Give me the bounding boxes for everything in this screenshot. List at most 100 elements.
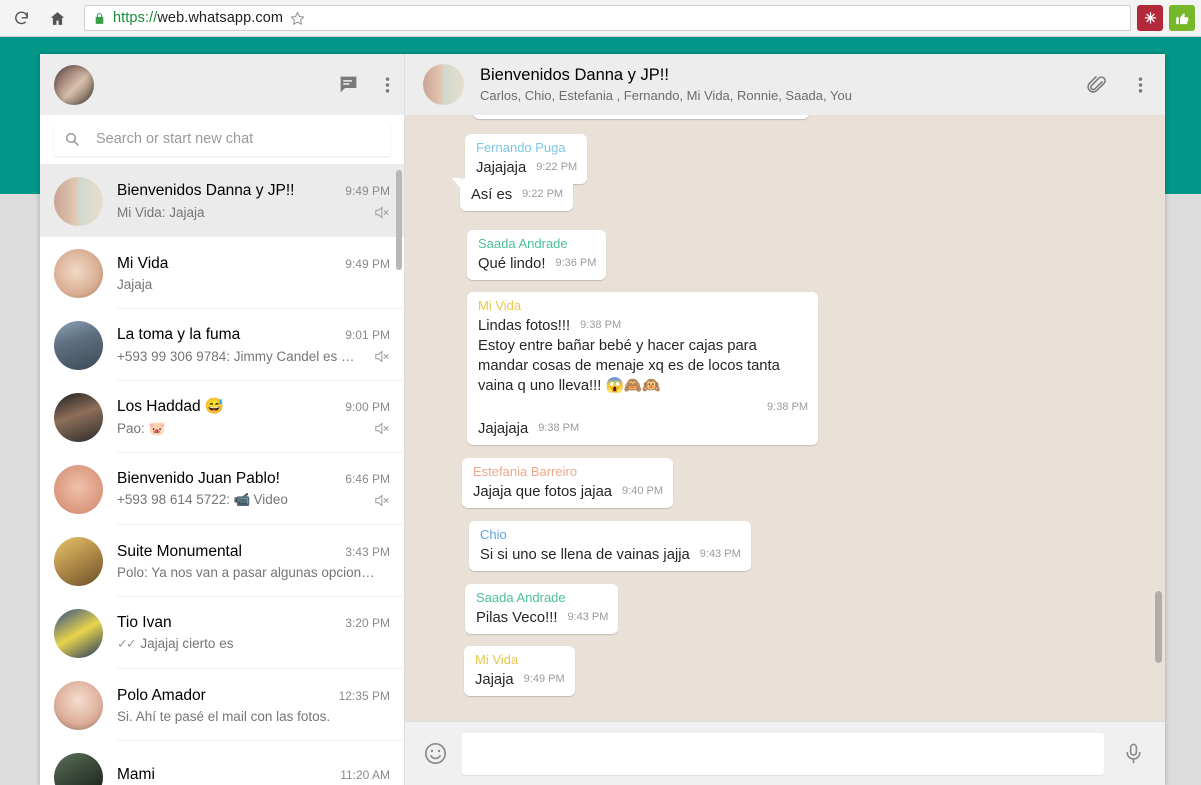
message-text: Lindas fotos!!! bbox=[478, 316, 570, 336]
message-bubble[interactable]: Fernando PugaJajajaja9:22 PM bbox=[465, 134, 587, 184]
star-icon[interactable] bbox=[283, 10, 311, 27]
chat-list-panel: Bienvenidos Danna y JP!!9:49 PMMi Vida: … bbox=[40, 54, 405, 785]
chat-list-scrollbar[interactable] bbox=[396, 170, 402, 270]
chat-list-item[interactable]: Bienvenidos Danna y JP!!9:49 PMMi Vida: … bbox=[40, 165, 404, 237]
adblock-extension-icon[interactable] bbox=[1137, 5, 1163, 31]
chat-item-timestamp: 9:49 PM bbox=[345, 184, 390, 198]
search-input[interactable] bbox=[96, 131, 380, 147]
conversation-title: Bienvenidos Danna y JP!! bbox=[480, 66, 1072, 85]
double-check-icon: ✓✓ bbox=[117, 636, 136, 651]
emoji-smiley-icon[interactable] bbox=[423, 741, 448, 766]
paperclip-icon[interactable] bbox=[1086, 74, 1108, 96]
chat-item-preview: Pao: 🐷 bbox=[117, 421, 365, 437]
chat-list-item[interactable]: Mami 11:20 AM bbox=[40, 741, 404, 785]
message-composer bbox=[405, 721, 1165, 785]
message-group: Así es 9:22 PM bbox=[460, 178, 573, 211]
message-text: Así es bbox=[471, 185, 512, 205]
message-timestamp: 9:43 PM bbox=[700, 544, 741, 565]
message-scrollbar[interactable] bbox=[1155, 591, 1162, 663]
overflow-menu-icon[interactable] bbox=[1138, 75, 1143, 95]
message-sender-name: Chio bbox=[480, 527, 741, 542]
avatar bbox=[54, 393, 103, 442]
green-thumb-extension-icon[interactable] bbox=[1169, 5, 1195, 31]
message-bubble[interactable]: Estefania Barreiro Jajaja que fotos jajaa… bbox=[462, 458, 673, 508]
message-text: Jajaja que fotos jajaa bbox=[473, 482, 612, 502]
avatar[interactable] bbox=[54, 65, 94, 105]
message-bubble[interactable]: Mi VidaJajaja9:49 PM bbox=[464, 646, 575, 696]
chat-item-timestamp: 11:20 AM bbox=[340, 768, 390, 782]
mute-icon bbox=[373, 348, 390, 365]
chat-list-item[interactable]: Polo Amador12:35 PMSi. Ahí te pasé el ma… bbox=[40, 669, 404, 741]
address-bar[interactable]: https://web.whatsapp.com bbox=[84, 5, 1131, 31]
message-text: Jajajaja bbox=[476, 158, 526, 178]
message-scroll-area: Fernando PugaJajajaja9:22 PMAsí es9:22 P… bbox=[405, 115, 1165, 721]
conversation-participants: Carlos, Chio, Estefania , Fernando, Mi V… bbox=[480, 88, 1072, 103]
message-timestamp: 9:43 PM bbox=[567, 607, 608, 628]
message-timestamp: 9:36 PM bbox=[555, 253, 596, 274]
message-line: Qué lindo!9:36 PM bbox=[478, 253, 596, 274]
avatar bbox=[54, 609, 103, 658]
message-text: Pilas Veco!!! bbox=[476, 608, 557, 628]
video-camera-icon: 📹 bbox=[234, 492, 251, 507]
lock-icon bbox=[93, 11, 106, 26]
message-timestamp: 9:22 PM bbox=[536, 157, 577, 178]
chat-item-preview: Si. Ahí te pasé el mail con las fotos. bbox=[117, 709, 382, 724]
search-bar-container bbox=[40, 115, 404, 165]
whatsapp-web-window: Bienvenidos Danna y JP!!9:49 PMMi Vida: … bbox=[40, 54, 1165, 785]
microphone-icon[interactable] bbox=[1122, 742, 1145, 765]
home-button[interactable] bbox=[42, 3, 72, 33]
message-timestamp: 9:49 PM bbox=[524, 669, 565, 690]
message-list[interactable]: Fernando PugaJajajaja9:22 PMAsí es9:22 P… bbox=[405, 115, 1165, 721]
message-line: Jajaja9:49 PM bbox=[475, 669, 565, 690]
chat-list-item[interactable]: Bienvenido Juan Pablo! 6:46 PM +593 98 614… bbox=[40, 453, 404, 525]
message-timestamp: 9:38 PM bbox=[478, 397, 808, 418]
chat-item-title: Bienvenido Juan Pablo! bbox=[117, 470, 337, 488]
url-scheme: https:// bbox=[113, 10, 157, 26]
new-chat-icon[interactable] bbox=[338, 74, 359, 95]
message-timestamp: 9:38 PM bbox=[538, 418, 579, 439]
message-timestamp: 9:38 PM bbox=[580, 315, 621, 336]
message-group: Saada Andrade Pilas Veco!!! 9:43 PM bbox=[465, 584, 618, 634]
avatar bbox=[54, 321, 103, 370]
chat-list-item[interactable]: La toma y la fuma9:01 PM+593 99 306 9784… bbox=[40, 309, 404, 381]
reload-button[interactable] bbox=[6, 3, 36, 33]
search-box[interactable] bbox=[54, 122, 390, 156]
message-bubble[interactable]: Mi VidaLindas fotos!!!9:38 PMEstoy entre… bbox=[467, 292, 818, 445]
chat-item-preview: ✓✓ Jajajaj cierto es bbox=[117, 636, 382, 652]
mute-icon bbox=[373, 204, 390, 221]
avatar[interactable] bbox=[423, 64, 464, 105]
message-sender-name: Mi Vida bbox=[478, 298, 808, 313]
chat-item-preview: +593 98 614 5722: 📹Video bbox=[117, 492, 365, 508]
avatar bbox=[54, 681, 103, 730]
message-group: ChioSi si uno se llena de vainas jajja9:… bbox=[469, 521, 751, 571]
chat-item-status bbox=[373, 348, 390, 365]
chat-list-item[interactable]: Suite Monumental3:43 PMPolo: Ya nos van … bbox=[40, 525, 404, 597]
message-group: Saada AndradeQué lindo!9:36 PM bbox=[467, 230, 606, 280]
message-bubble[interactable]: ChioSi si uno se llena de vainas jajja9:… bbox=[469, 521, 751, 571]
message-input[interactable] bbox=[462, 733, 1104, 775]
message-bubble[interactable]: Saada AndradeQué lindo!9:36 PM bbox=[467, 230, 606, 280]
chat-list-item[interactable]: Mi Vida9:49 PMJajaja bbox=[40, 237, 404, 309]
chat-list-item[interactable]: Tio Ivan3:20 PM✓✓ Jajajaj cierto es bbox=[40, 597, 404, 669]
avatar bbox=[54, 177, 103, 226]
chat-item-title: Mami bbox=[117, 766, 332, 784]
conversation-panel: Bienvenidos Danna y JP!! Carlos, Chio, E… bbox=[405, 54, 1165, 785]
message-sender-name: Saada Andrade bbox=[476, 590, 608, 605]
message-text: Estoy entre bañar bebé y hacer cajas par… bbox=[478, 336, 808, 396]
message-timestamp: 9:40 PM bbox=[622, 481, 663, 502]
chat-item-title: Tio Ivan bbox=[117, 614, 337, 632]
chat-list[interactable]: Bienvenidos Danna y JP!!9:49 PMMi Vida: … bbox=[40, 165, 404, 785]
chat-item-title: Polo Amador bbox=[117, 687, 331, 705]
message-bubble[interactable]: Así es 9:22 PM bbox=[460, 178, 573, 211]
chat-item-timestamp: 6:46 PM bbox=[345, 472, 390, 486]
chat-item-timestamp: 9:01 PM bbox=[345, 328, 390, 342]
overflow-menu-icon[interactable] bbox=[385, 75, 390, 95]
message-bubble[interactable]: Saada Andrade Pilas Veco!!! 9:43 PM bbox=[465, 584, 618, 634]
search-icon bbox=[64, 131, 80, 147]
message-timestamp: 9:22 PM bbox=[522, 184, 563, 205]
message-sender-name: Estefania Barreiro bbox=[473, 464, 663, 479]
chat-item-preview: Jajaja bbox=[117, 277, 382, 292]
chat-list-item[interactable]: Los Haddad 😅9:00 PMPao: 🐷 bbox=[40, 381, 404, 453]
chat-item-timestamp: 9:49 PM bbox=[345, 257, 390, 271]
sidebar-header bbox=[40, 54, 404, 115]
